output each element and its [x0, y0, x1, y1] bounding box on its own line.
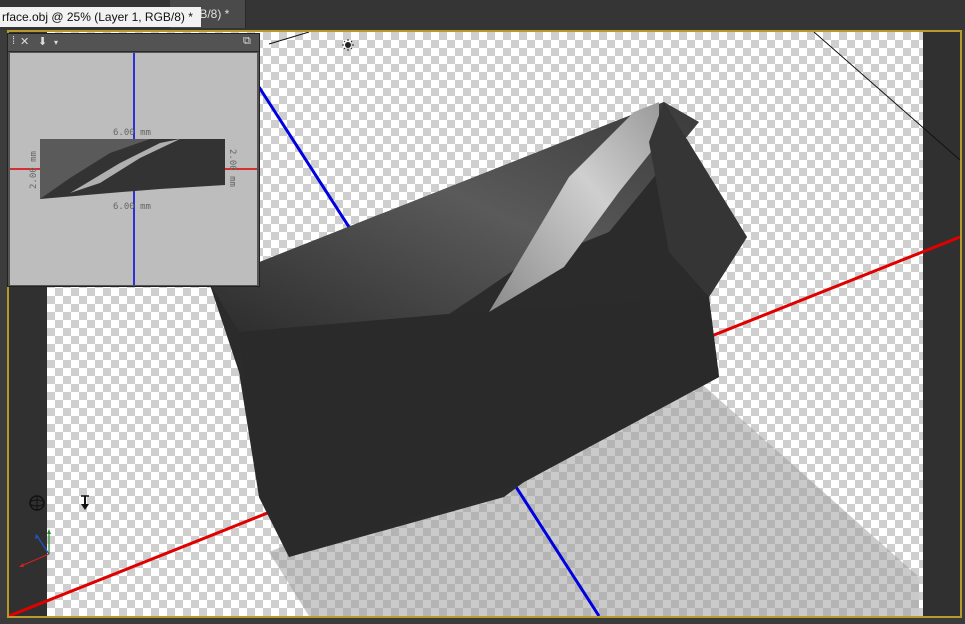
close-icon[interactable]: ✕: [20, 35, 29, 48]
axis-gizmo-icon: [19, 529, 51, 567]
grip-icon[interactable]: ⁞: [12, 35, 15, 47]
dim-top-label: 6.00 mm: [113, 128, 151, 138]
document-tab-bar: GB/8) * rface.obj @ 25% (Layer 1, RGB/8)…: [0, 0, 965, 30]
panel-header: ⁞ ✕ ⬇ ▾ ⧉: [8, 34, 259, 52]
document-tab-active[interactable]: rface.obj @ 25% (Layer 1, RGB/8) *: [0, 7, 201, 27]
bounds-line: [813, 32, 960, 161]
status-bar: [0, 618, 965, 624]
expand-icon[interactable]: ⧉: [243, 35, 251, 48]
secondary-view-panel: ⁞ ✕ ⬇ ▾ ⧉ 6.00 mm 6.00 mm 2.00 mm 2.00 m…: [7, 33, 260, 287]
dolly-icon[interactable]: [81, 495, 89, 510]
dim-left-label: 2.00 mm: [29, 151, 39, 189]
download-icon[interactable]: ⬇: [38, 35, 47, 48]
dim-bottom-label: 6.00 mm: [113, 202, 151, 212]
dim-right-label: 2.00 mm: [227, 149, 237, 187]
chevron-down-icon[interactable]: ▾: [54, 38, 58, 47]
sun-icon[interactable]: [342, 39, 354, 51]
orbit-icon[interactable]: [29, 495, 45, 511]
secondary-view-scene: 6.00 mm 6.00 mm 2.00 mm 2.00 mm: [10, 53, 257, 285]
bounds-line: [268, 32, 310, 45]
secondary-view-canvas[interactable]: 6.00 mm 6.00 mm 2.00 mm 2.00 mm: [10, 53, 257, 285]
